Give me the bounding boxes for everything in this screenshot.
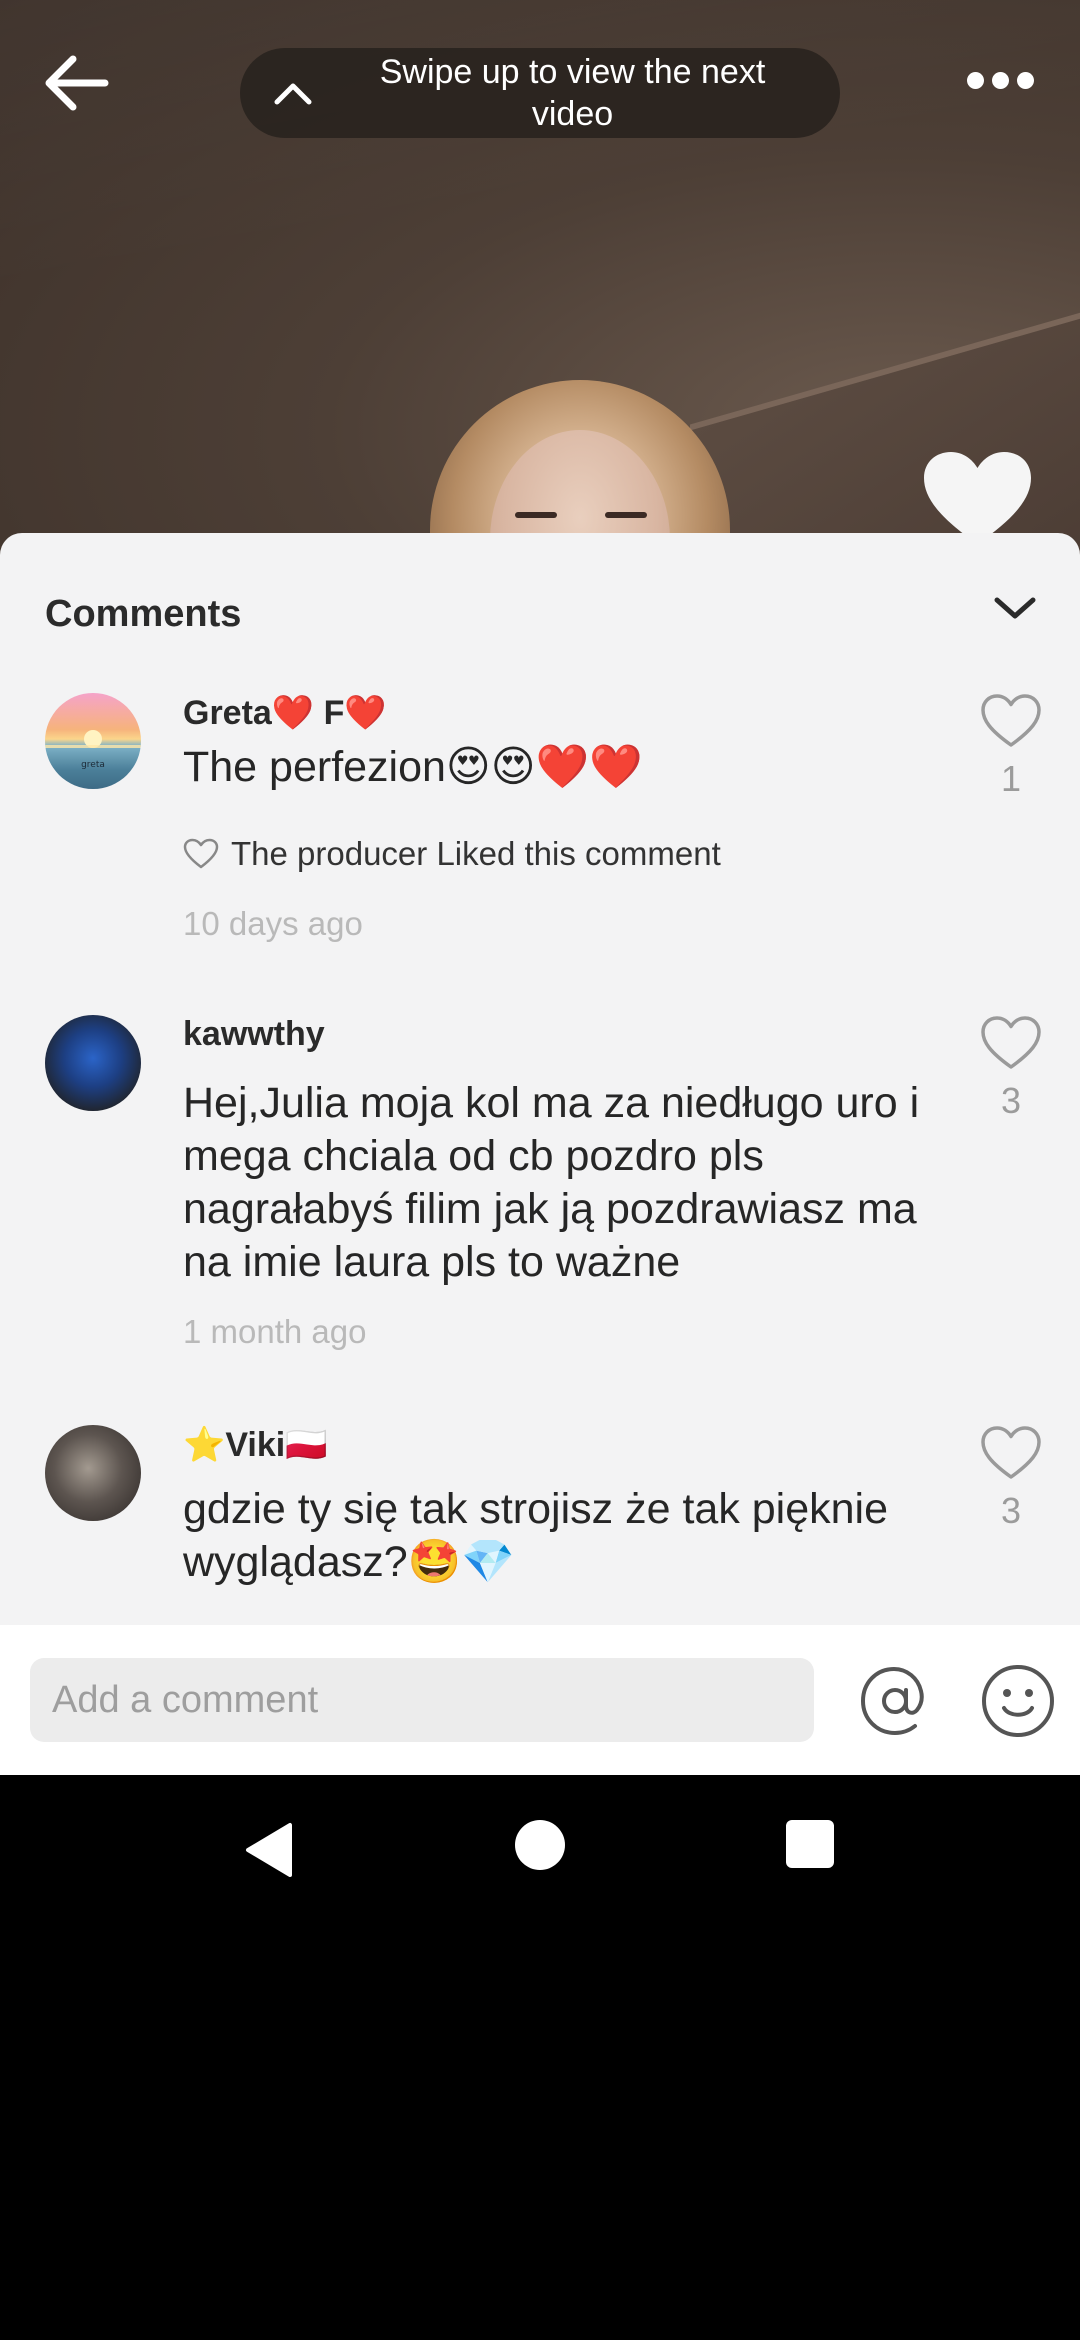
producer-liked-text: The producer Liked this comment — [231, 835, 721, 872]
avatar[interactable] — [45, 1015, 141, 1111]
comment-author[interactable]: Greta❤️ F❤️ — [183, 693, 387, 733]
nav-home-icon[interactable] — [515, 1820, 565, 1870]
avatar-caption: greta — [81, 760, 105, 770]
nav-recents-icon[interactable] — [786, 1820, 834, 1868]
comment-text: Hej,Julia moja kol ma za niedługo uro i … — [183, 1079, 920, 1286]
system-nav-bar — [0, 1775, 1080, 1925]
like-count: 1 — [1000, 758, 1022, 799]
like-count: 3 — [1000, 1490, 1022, 1531]
smiley-icon — [982, 1665, 1054, 1737]
add-comment-input[interactable]: Add a comment — [30, 1658, 814, 1742]
more-dots-icon — [966, 71, 984, 89]
swipe-hint-text: Swipe up to view the next video — [379, 53, 766, 133]
comment-text: The perfezion😍😍❤️❤️ — [183, 743, 643, 791]
comment-time: 1 month ago — [183, 1313, 367, 1350]
at-sign-icon — [860, 1666, 924, 1736]
emoji-button[interactable] — [975, 1658, 1061, 1744]
chevron-down-icon — [994, 597, 1036, 619]
more-dots-icon — [1016, 71, 1034, 89]
more-dots-icon — [991, 71, 1009, 89]
video-person-eye — [515, 512, 557, 518]
heart-outline-icon[interactable] — [980, 1425, 1042, 1481]
mention-button[interactable] — [852, 1658, 938, 1744]
avatar[interactable] — [45, 1425, 141, 1521]
comment-input-bar: Add a comment — [0, 1625, 1080, 1775]
arrow-left-icon — [45, 55, 109, 110]
comment-author[interactable]: ⭐Viki🇵🇱 — [183, 1425, 328, 1465]
back-button[interactable] — [36, 45, 116, 120]
swipe-up-hint[interactable]: Swipe up to view the next video — [240, 48, 840, 138]
producer-liked-note: The producer Liked this comment — [183, 835, 721, 873]
close-comments-button[interactable] — [985, 578, 1045, 638]
heart-outline-icon[interactable] — [980, 693, 1042, 749]
more-options-button[interactable] — [955, 55, 1045, 105]
screen-blank-area — [0, 1925, 1080, 2340]
video-top-bar: Swipe up to view the next video — [0, 0, 1080, 170]
heart-outline-icon[interactable] — [980, 1015, 1042, 1071]
video-person-eye — [605, 512, 647, 518]
comment-text: gdzie ty się tak strojisz że tak pięknie… — [183, 1485, 889, 1586]
chevron-up-icon — [240, 80, 345, 106]
comment-time: 10 days ago — [183, 905, 363, 942]
comment-author[interactable]: kawwthy — [183, 1015, 325, 1054]
nav-back-icon[interactable] — [238, 1815, 308, 1885]
comments-title: Comments — [45, 593, 242, 635]
heart-outline-icon — [183, 838, 219, 869]
avatar[interactable]: greta — [45, 693, 141, 789]
like-count: 3 — [1000, 1080, 1022, 1121]
avatar-image: greta — [45, 730, 141, 770]
